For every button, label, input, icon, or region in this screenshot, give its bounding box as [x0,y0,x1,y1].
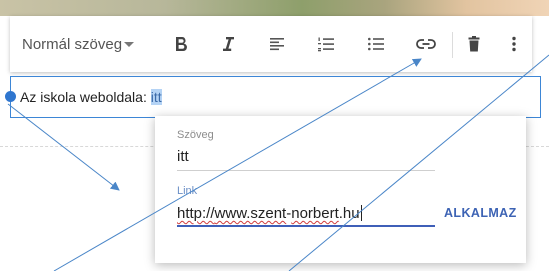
bold-icon [176,37,187,52]
link-field-underline [177,225,435,227]
selection-handle[interactable] [5,91,16,102]
selected-text[interactable]: itt [150,89,162,105]
bulleted-list-button[interactable] [361,16,391,72]
apply-button[interactable]: ALKALMAZ [444,206,517,220]
paragraph-text: Az iskola weboldala: [20,89,151,105]
link-icon [416,39,436,49]
italic-button[interactable] [213,16,243,72]
text-style-label: Normál szöveg [22,35,123,53]
editor-screen: Normál szöveg Az iskola weboldala: itt S… [0,0,549,271]
italic-icon [223,37,234,51]
format-toolbar: Normál szöveg [10,16,532,72]
link-field-label: Link [177,185,198,197]
more-vert-icon [512,36,516,52]
link-url-tld: .hu [338,205,360,222]
delete-button[interactable] [459,16,489,72]
link-url-prefix: http:// [177,205,215,222]
numbered-list-button[interactable] [311,16,341,72]
bold-button[interactable] [166,16,196,72]
insert-link-button[interactable] [411,16,441,72]
link-url-field[interactable]: http://www.szent-norbert.hu [177,205,362,222]
more-options-button[interactable] [499,16,529,72]
link-dialog: Szöveg itt Link http://www.szent-norbert… [155,116,526,263]
chevron-down-icon [124,41,135,47]
align-left-button[interactable] [262,16,292,72]
numbered-list-icon [318,37,334,52]
text-cursor [360,205,362,221]
text-style-dropdown[interactable]: Normál szöveg [22,16,150,72]
align-left-icon [270,38,284,51]
editor-paragraph[interactable]: Az iskola weboldala: itt [20,89,162,105]
toolbar-divider [452,32,453,58]
link-url-host-a: www.szent [214,205,287,222]
text-block[interactable]: Az iskola weboldala: itt [5,76,541,118]
text-field-underline [177,170,435,171]
text-field-label: Szöveg [177,129,214,141]
text-field[interactable]: itt [177,148,189,165]
link-url-host-b: norbert [291,205,339,222]
bulleted-list-icon [368,37,384,51]
trash-icon [468,36,480,52]
